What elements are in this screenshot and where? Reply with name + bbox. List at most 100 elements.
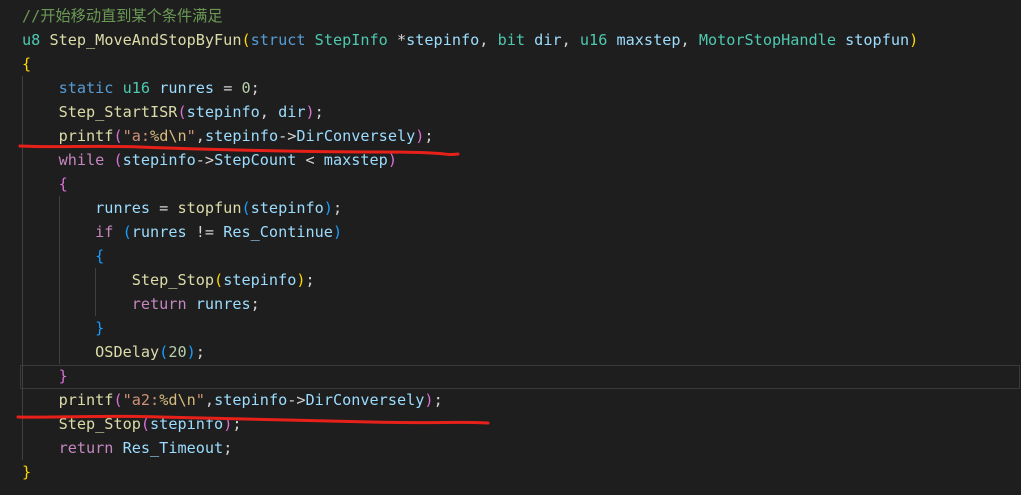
code-token: stepinfo [406, 31, 480, 49]
current-line-highlight [20, 365, 1020, 389]
code-token: static [58, 79, 114, 97]
code-token: ) [332, 223, 343, 241]
code-editor[interactable]: //开始移动直到某个条件满足 u8 Step_MoveAndStopByFun(s… [0, 0, 1021, 495]
code-token: { [58, 175, 68, 193]
code-token: if [95, 223, 114, 241]
code-token: ) [296, 271, 306, 289]
code-token: ( [241, 199, 251, 217]
code-token: } [58, 367, 68, 385]
code-token: runres [195, 295, 251, 313]
code-token: ( [177, 103, 187, 121]
code-token: runres [95, 199, 151, 217]
code-token: ) [223, 415, 233, 433]
code-token: ; [223, 439, 233, 457]
code-token: StepInfo [314, 31, 388, 49]
code-token: "a: [122, 127, 151, 145]
code-token: = [150, 199, 178, 217]
code-token: 20 [168, 343, 187, 361]
code-token: ; [314, 103, 324, 121]
code-token: != [186, 223, 224, 241]
code-token: ) [909, 31, 919, 49]
code-token: ( [113, 391, 123, 409]
code-line-2: u8 Step_MoveAndStopByFun(struct StepInfo… [22, 28, 918, 52]
code-token: runres [131, 223, 187, 241]
code-token: stepinfo [122, 151, 196, 169]
code-token: u16 [579, 31, 608, 49]
code-token: ) [387, 151, 397, 169]
code-token: Res_Continue [223, 223, 333, 241]
code-token: ; [433, 391, 443, 409]
code-token: "a2: [122, 391, 160, 409]
code-token: ( [159, 343, 169, 361]
code-token: ; [332, 199, 343, 217]
code-line-15: OSDelay(20); [22, 340, 205, 364]
code-token: ( [241, 31, 251, 49]
code-line-8: { [22, 172, 68, 196]
code-token: ( [214, 271, 224, 289]
code-token: } [22, 463, 32, 481]
code-token: , [479, 31, 498, 49]
code-token: * [387, 31, 407, 49]
code-token: " [186, 127, 196, 145]
code-token: stepinfo [186, 103, 260, 121]
code-token: stepinfo [223, 271, 297, 289]
code-token: ; [250, 79, 260, 97]
code-line-10: if (runres != Res_Continue) [22, 220, 342, 244]
code-token: Step_StartISR [58, 103, 178, 121]
code-line-20: } [22, 460, 31, 484]
code-token: ( [140, 415, 151, 433]
code-token: ; [232, 415, 242, 433]
code-line-18: Step_Stop(stepinfo); [22, 412, 242, 436]
code-token: , [259, 103, 279, 121]
code-token: runres [159, 79, 215, 97]
code-token: -> [287, 391, 306, 409]
code-token: StepCount [214, 151, 297, 169]
code-token: stopfun [845, 31, 910, 49]
code-token: DirConversely [296, 127, 416, 145]
code-token: ( [113, 127, 123, 145]
code-token: bit [497, 31, 526, 49]
code-token: printf [58, 391, 114, 409]
code-line-1: //开始移动直到某个条件满足 [22, 4, 223, 28]
code-token: { [22, 55, 32, 73]
code-token: maxstep [616, 31, 681, 49]
code-token: u8 [22, 31, 41, 49]
code-line-12: Step_Stop(stepinfo); [22, 268, 315, 292]
code-token: ; [424, 127, 434, 145]
code-line-9: runres = stopfun(stepinfo); [22, 196, 342, 220]
code-token: Step_Stop [131, 271, 215, 289]
code-token: < [296, 151, 324, 169]
code-token: 0 [241, 79, 251, 97]
code-token: dir [278, 103, 306, 121]
code-token: ) [424, 391, 434, 409]
code-line-7: while (stepinfo->StepCount < maxstep) [22, 148, 397, 172]
code-line-11: { [22, 244, 104, 268]
code-token: -> [278, 127, 297, 145]
code-line-4: static u16 runres = 0; [22, 76, 260, 100]
code-token: stopfun [177, 199, 242, 217]
code-token: ; [250, 295, 260, 313]
code-token: //开始移动直到某个条件满足 [22, 7, 223, 25]
code-token: OSDelay [95, 343, 160, 361]
code-token: %d\n [150, 127, 187, 145]
code-token: maxstep [323, 151, 388, 169]
code-token: stepinfo [150, 415, 224, 433]
code-token: %d\n [159, 391, 196, 409]
code-token: Res_Timeout [122, 439, 224, 457]
code-line-17: printf("a2:%d\n",stepinfo->DirConversely… [22, 388, 443, 412]
code-token: , [204, 391, 215, 409]
code-token: " [195, 391, 205, 409]
code-token: , [561, 31, 580, 49]
code-token: struct [250, 31, 306, 49]
code-token: stepinfo [250, 199, 324, 217]
code-token: stepinfo [214, 391, 288, 409]
code-token: printf [58, 127, 114, 145]
